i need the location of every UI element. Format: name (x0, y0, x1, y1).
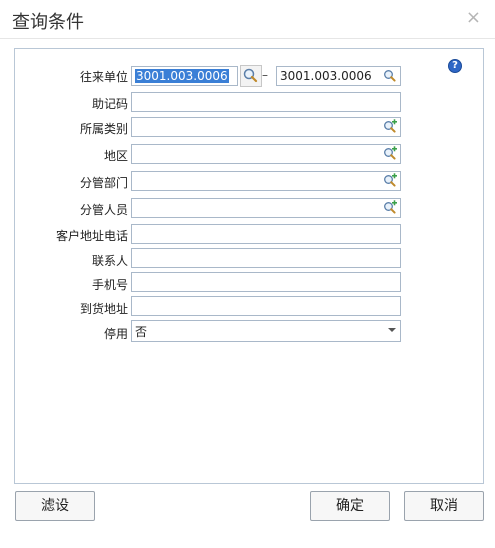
help-icon[interactable]: ? (448, 59, 462, 73)
region-label: 地区 (103, 149, 128, 163)
lookup-icon[interactable] (382, 146, 398, 162)
counterparty-to-value: 3001.003.0006 (280, 69, 372, 83)
filter-settings-button[interactable]: 滤设 (15, 491, 95, 521)
delivery-address-input[interactable] (131, 296, 401, 316)
close-icon[interactable]: × (466, 7, 481, 28)
mobile-input[interactable] (131, 272, 401, 292)
search-icon (243, 68, 258, 83)
department-input[interactable] (131, 171, 401, 191)
counterparty-label: 往来单位 (79, 70, 128, 84)
lookup-icon[interactable] (382, 119, 398, 135)
contact-phone-label: 客户地址电话 (55, 229, 128, 243)
query-dialog: 查询条件 × ? 往来单位 3001.003.0006 – 3001.003.0… (0, 0, 495, 548)
category-label: 所属类别 (79, 122, 128, 136)
counterparty-from-input[interactable]: 3001.003.0006 (131, 66, 238, 86)
staff-input[interactable] (131, 198, 401, 218)
disabled-select[interactable]: 否 (131, 320, 401, 342)
contact-phone-input[interactable] (131, 224, 401, 244)
chevron-down-icon[interactable] (388, 328, 396, 332)
contact-input[interactable] (131, 248, 401, 268)
search-icon[interactable] (382, 68, 398, 84)
ok-button[interactable]: 确定 (310, 491, 390, 521)
mnemonic-input[interactable] (131, 92, 401, 112)
staff-label: 分管人员 (79, 203, 128, 217)
contact-label: 联系人 (91, 254, 128, 268)
cancel-button[interactable]: 取消 (404, 491, 484, 521)
delivery-address-label: 到货地址 (79, 302, 128, 316)
dialog-title: 查询条件 (12, 12, 84, 33)
lookup-icon[interactable] (382, 173, 398, 189)
counterparty-to-input[interactable]: 3001.003.0006 (276, 66, 401, 86)
counterparty-from-value: 3001.003.0006 (135, 69, 229, 83)
title-bar: 查询条件 × (0, 0, 495, 39)
category-input[interactable] (131, 117, 401, 137)
range-dash: – (262, 68, 268, 82)
disabled-label: 停用 (103, 327, 128, 341)
lookup-icon[interactable] (382, 200, 398, 216)
criteria-panel: ? 往来单位 3001.003.0006 – 3001.003.0006 助记码… (14, 48, 484, 484)
disabled-value: 否 (135, 325, 148, 339)
mnemonic-label: 助记码 (91, 97, 128, 111)
mobile-label: 手机号 (91, 278, 128, 292)
region-input[interactable] (131, 144, 401, 164)
department-label: 分管部门 (79, 176, 128, 190)
counterparty-from-search-button[interactable] (240, 65, 262, 87)
